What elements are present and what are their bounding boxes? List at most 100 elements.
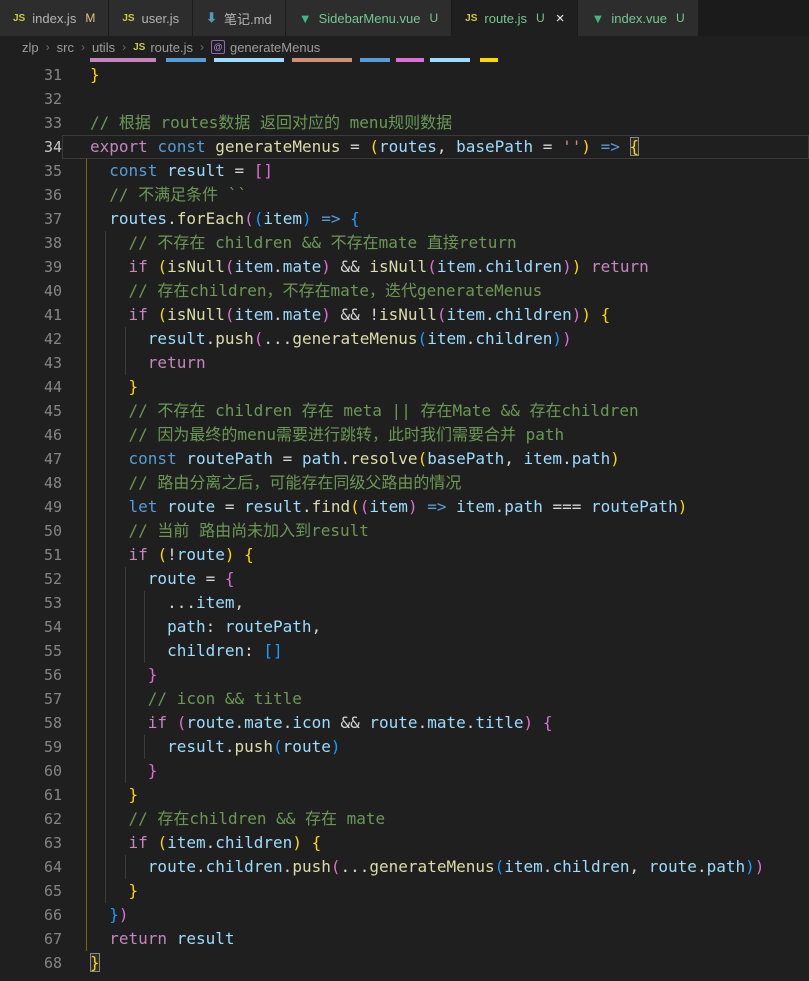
code-line-59[interactable]: 59 result.push(route): [0, 735, 809, 759]
line-number[interactable]: 50: [0, 519, 62, 543]
code-line-52[interactable]: 52 route = {: [0, 567, 809, 591]
code-line-33[interactable]: 33 // 根据 routes数据 返回对应的 menu规则数据: [0, 111, 809, 135]
line-number[interactable]: 67: [0, 927, 62, 951]
line-number[interactable]: 56: [0, 663, 62, 687]
line-number[interactable]: 58: [0, 711, 62, 735]
line-number[interactable]: 32: [0, 87, 62, 111]
tab-user-js[interactable]: JS user.js: [109, 0, 193, 36]
line-content[interactable]: }: [62, 783, 809, 807]
line-content[interactable]: // 根据 routes数据 返回对应的 menu规则数据: [62, 111, 809, 135]
code-line-36[interactable]: 36 // 不满足条件 ``: [0, 183, 809, 207]
line-number[interactable]: 55: [0, 639, 62, 663]
line-content[interactable]: result.push(route): [62, 735, 809, 759]
code-line-39[interactable]: 39 if (isNull(item.mate) && isNull(item.…: [0, 255, 809, 279]
code-line-60[interactable]: 60 }: [0, 759, 809, 783]
line-number[interactable]: 41: [0, 303, 62, 327]
line-number[interactable]: 45: [0, 399, 62, 423]
line-number[interactable]: 42: [0, 327, 62, 351]
code-line-40[interactable]: 40 // 存在children，不存在mate，迭代generateMenus: [0, 279, 809, 303]
line-content[interactable]: route = {: [62, 567, 809, 591]
line-number[interactable]: 68: [0, 951, 62, 975]
line-number[interactable]: 59: [0, 735, 62, 759]
tab-index-js[interactable]: JS index.js M: [0, 0, 109, 36]
line-content[interactable]: return: [62, 351, 809, 375]
code-line-34[interactable]: 34 export const generateMenus = (routes, …: [0, 135, 809, 159]
code-line-57[interactable]: 57 // icon && title: [0, 687, 809, 711]
line-content[interactable]: }: [62, 663, 809, 687]
line-content[interactable]: // 当前 路由尚未加入到result: [62, 519, 809, 543]
line-number[interactable]: 47: [0, 447, 62, 471]
code-line-47[interactable]: 47 const routePath = path.resolve(basePa…: [0, 447, 809, 471]
line-content[interactable]: const result = []: [62, 159, 809, 183]
line-number[interactable]: 31: [0, 63, 62, 87]
line-number[interactable]: 39: [0, 255, 62, 279]
line-number[interactable]: 61: [0, 783, 62, 807]
code-line-42[interactable]: 42 result.push(...generateMenus(item.chi…: [0, 327, 809, 351]
line-number[interactable]: 52: [0, 567, 62, 591]
line-number[interactable]: 54: [0, 615, 62, 639]
tab-sidebarmenu-vue[interactable]: ▼ SidebarMenu.vue U: [285, 0, 452, 36]
line-number[interactable]: 66: [0, 903, 62, 927]
breadcrumb-item-utils[interactable]: utils: [92, 40, 115, 55]
line-number[interactable]: 44: [0, 375, 62, 399]
line-content[interactable]: [62, 87, 809, 111]
line-number[interactable]: 37: [0, 207, 62, 231]
code-line-46[interactable]: 46 // 因为最终的menu需要进行跳转，此时我们需要合并 path: [0, 423, 809, 447]
line-number[interactable]: 48: [0, 471, 62, 495]
code-line-61[interactable]: 61 }: [0, 783, 809, 807]
line-content[interactable]: if (route.mate.icon && route.mate.title)…: [62, 711, 809, 735]
line-number[interactable]: 53: [0, 591, 62, 615]
line-number[interactable]: 46: [0, 423, 62, 447]
line-content[interactable]: // 存在children && 存在 mate: [62, 807, 809, 831]
code-line-35[interactable]: 35 const result = []: [0, 159, 809, 183]
code-line-54[interactable]: 54 path: routePath,: [0, 615, 809, 639]
code-line-32[interactable]: 32: [0, 87, 809, 111]
code-line-38[interactable]: 38 // 不存在 children && 不存在mate 直接return: [0, 231, 809, 255]
line-content[interactable]: // 不存在 children 存在 meta || 存在Mate && 存在c…: [62, 399, 809, 423]
code-line-51[interactable]: 51 if (!route) {: [0, 543, 809, 567]
code-line-55[interactable]: 55 children: []: [0, 639, 809, 663]
code-line-53[interactable]: 53 ...item,: [0, 591, 809, 615]
line-content[interactable]: routes.forEach((item) => {: [62, 207, 809, 231]
line-content[interactable]: if (isNull(item.mate) && !isNull(item.ch…: [62, 303, 809, 327]
code-line-66[interactable]: 66 }): [0, 903, 809, 927]
line-content[interactable]: }: [62, 879, 809, 903]
code-line-69[interactable]: 69: [0, 975, 809, 981]
breadcrumb-item-src[interactable]: src: [57, 40, 74, 55]
code-line-37[interactable]: 37 routes.forEach((item) => {: [0, 207, 809, 231]
line-content[interactable]: }: [62, 63, 809, 87]
line-content[interactable]: // 因为最终的menu需要进行跳转，此时我们需要合并 path: [62, 423, 809, 447]
line-content[interactable]: // 不满足条件 ``: [62, 183, 809, 207]
line-content[interactable]: if (!route) {: [62, 543, 809, 567]
line-number[interactable]: 49: [0, 495, 62, 519]
line-content[interactable]: path: routePath,: [62, 615, 809, 639]
code-line-62[interactable]: 62 // 存在children && 存在 mate: [0, 807, 809, 831]
line-content[interactable]: [62, 975, 809, 981]
line-number[interactable]: 43: [0, 351, 62, 375]
code-line-58[interactable]: 58 if (route.mate.icon && route.mate.tit…: [0, 711, 809, 735]
breadcrumb-item-zlp[interactable]: zlp: [22, 40, 39, 55]
line-content[interactable]: let route = result.find((item) => item.p…: [62, 495, 809, 519]
line-number[interactable]: 38: [0, 231, 62, 255]
line-content[interactable]: export const generateMenus = (routes, ba…: [62, 135, 809, 159]
code-line-43[interactable]: 43 return: [0, 351, 809, 375]
line-number[interactable]: 64: [0, 855, 62, 879]
code-line-63[interactable]: 63 if (item.children) {: [0, 831, 809, 855]
code-line-48[interactable]: 48 // 路由分离之后，可能存在同级父路由的情况: [0, 471, 809, 495]
tab-index-vue[interactable]: ▼ index.vue U: [578, 0, 698, 36]
line-content[interactable]: result.push(...generateMenus(item.childr…: [62, 327, 809, 351]
line-number[interactable]: 63: [0, 831, 62, 855]
line-content[interactable]: // icon && title: [62, 687, 809, 711]
line-number[interactable]: 33: [0, 111, 62, 135]
code-line-31[interactable]: 31}: [0, 63, 809, 87]
breadcrumb-item-route-js[interactable]: JS route.js: [133, 40, 193, 55]
line-content[interactable]: if (item.children) {: [62, 831, 809, 855]
close-icon[interactable]: ×: [556, 11, 565, 26]
code-line-44[interactable]: 44 }: [0, 375, 809, 399]
line-content[interactable]: return result: [62, 927, 809, 951]
line-content[interactable]: ...item,: [62, 591, 809, 615]
line-content[interactable]: }: [62, 375, 809, 399]
line-content[interactable]: }: [62, 759, 809, 783]
line-number[interactable]: 60: [0, 759, 62, 783]
line-number[interactable]: 51: [0, 543, 62, 567]
